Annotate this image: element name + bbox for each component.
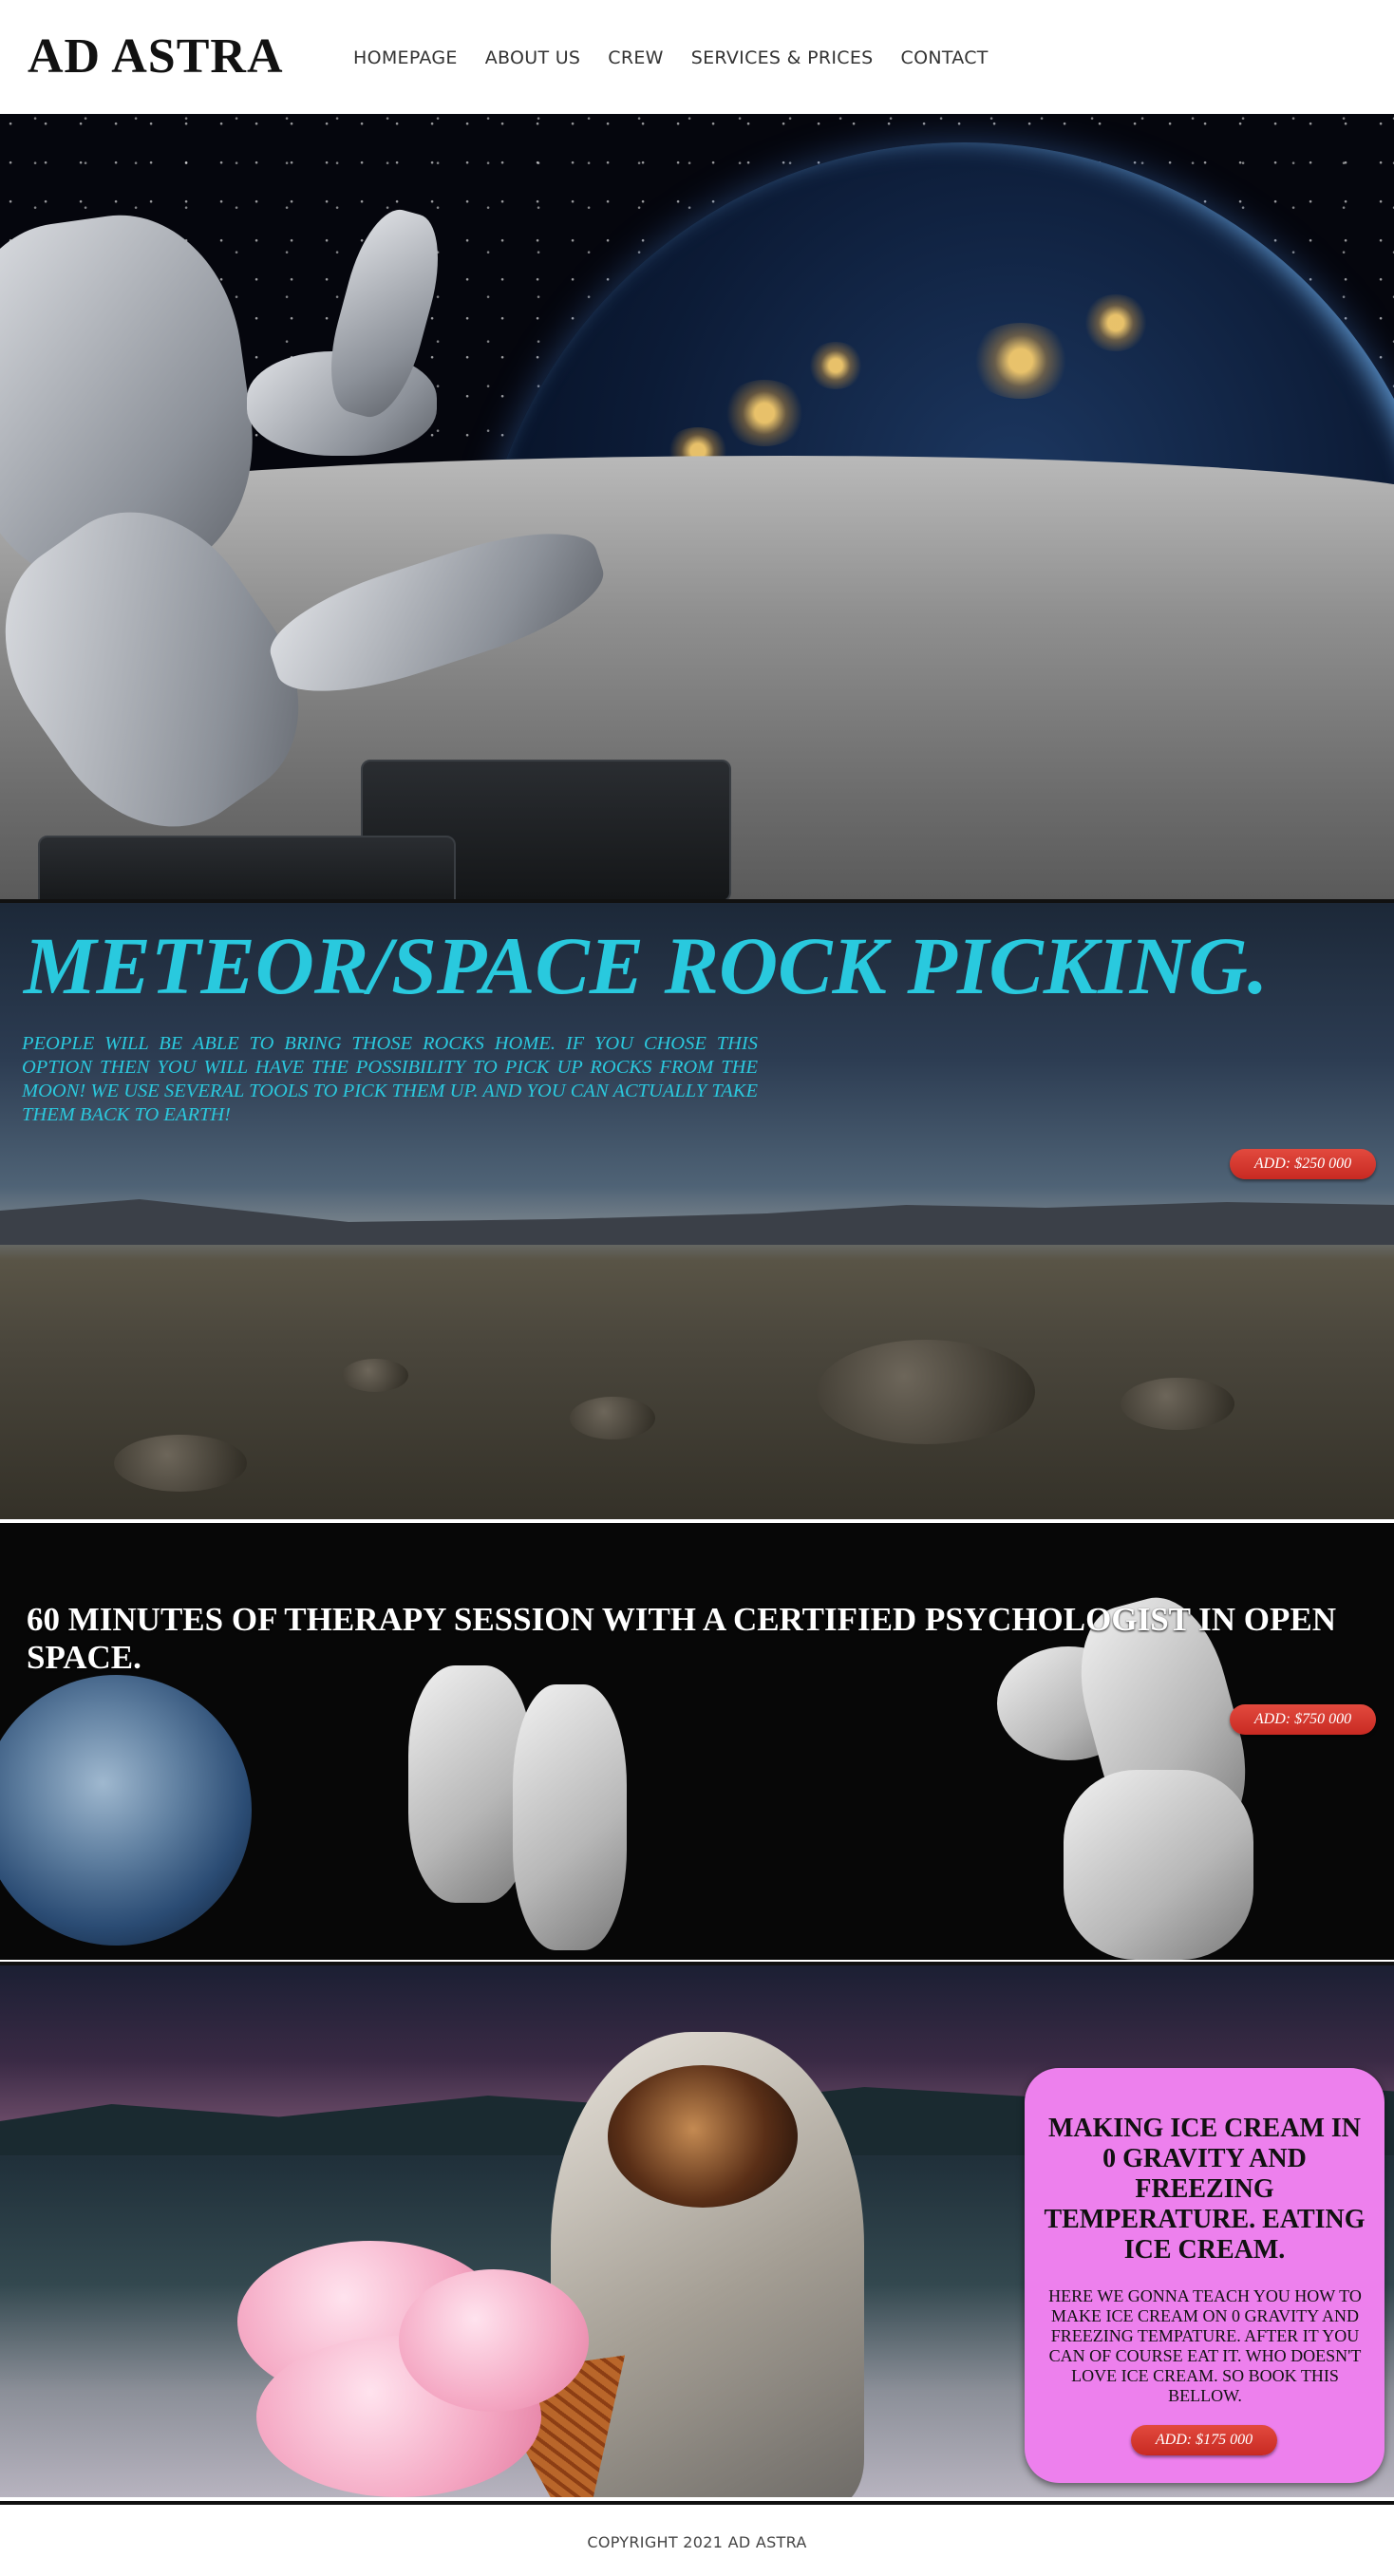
nav-link-homepage[interactable]: HOMEPAGE: [353, 44, 458, 72]
nav-link-services-prices[interactable]: SERVICES & PRICES: [691, 44, 874, 72]
site-header: AD ASTRA HOMEPAGE ABOUT US CREW SERVICES…: [0, 0, 1394, 114]
ice-cream-title: MAKING ICE CREAM IN 0 GRAVITY AND FREEZI…: [1044, 2114, 1366, 2265]
earth-planet: [0, 1675, 252, 1946]
nav-link-contact[interactable]: CONTACT: [901, 44, 989, 72]
nav-link-crew[interactable]: CREW: [608, 44, 663, 72]
ice-cream-description: HERE WE GONNA TEACH YOU HOW TO MAKE ICE …: [1048, 2286, 1362, 2405]
site-footer: COPYRIGHT 2021 AD ASTRA: [0, 2501, 1394, 2576]
rock-picking-description: PEOPLE WILL BE ABLE TO BRING THOSE ROCKS…: [22, 1033, 758, 1125]
therapy-title: 60 MINUTES OF THERAPY SESSION WITH A CER…: [27, 1601, 1336, 1676]
ice-cream-card: MAKING ICE CREAM IN 0 GRAVITY AND FREEZI…: [1025, 2068, 1385, 2483]
main-nav: HOMEPAGE ABOUT US CREW SERVICES & PRICES…: [353, 44, 989, 72]
rock-picking-section: METEOR/SPACE ROCK PICKING. PEOPLE WILL B…: [0, 903, 1394, 1519]
mountain-range: [0, 1199, 1394, 1245]
add-therapy-button[interactable]: ADD: $750 000: [1230, 1704, 1376, 1735]
rock-picking-title: METEOR/SPACE ROCK PICKING.: [24, 920, 1269, 1011]
copyright-text: COPYRIGHT 2021 AD ASTRA: [587, 2533, 807, 2551]
nav-link-about-us[interactable]: ABOUT US: [485, 44, 581, 72]
helmet-visor: [608, 2065, 798, 2208]
therapy-section: 60 MINUTES OF THERAPY SESSION WITH A CER…: [0, 1523, 1394, 1960]
site-logo[interactable]: AD ASTRA: [28, 27, 284, 87]
add-ice-cream-button[interactable]: ADD: $175 000: [1131, 2425, 1277, 2455]
hero-image: [0, 114, 1394, 899]
add-rock-picking-button[interactable]: ADD: $250 000: [1230, 1149, 1376, 1179]
